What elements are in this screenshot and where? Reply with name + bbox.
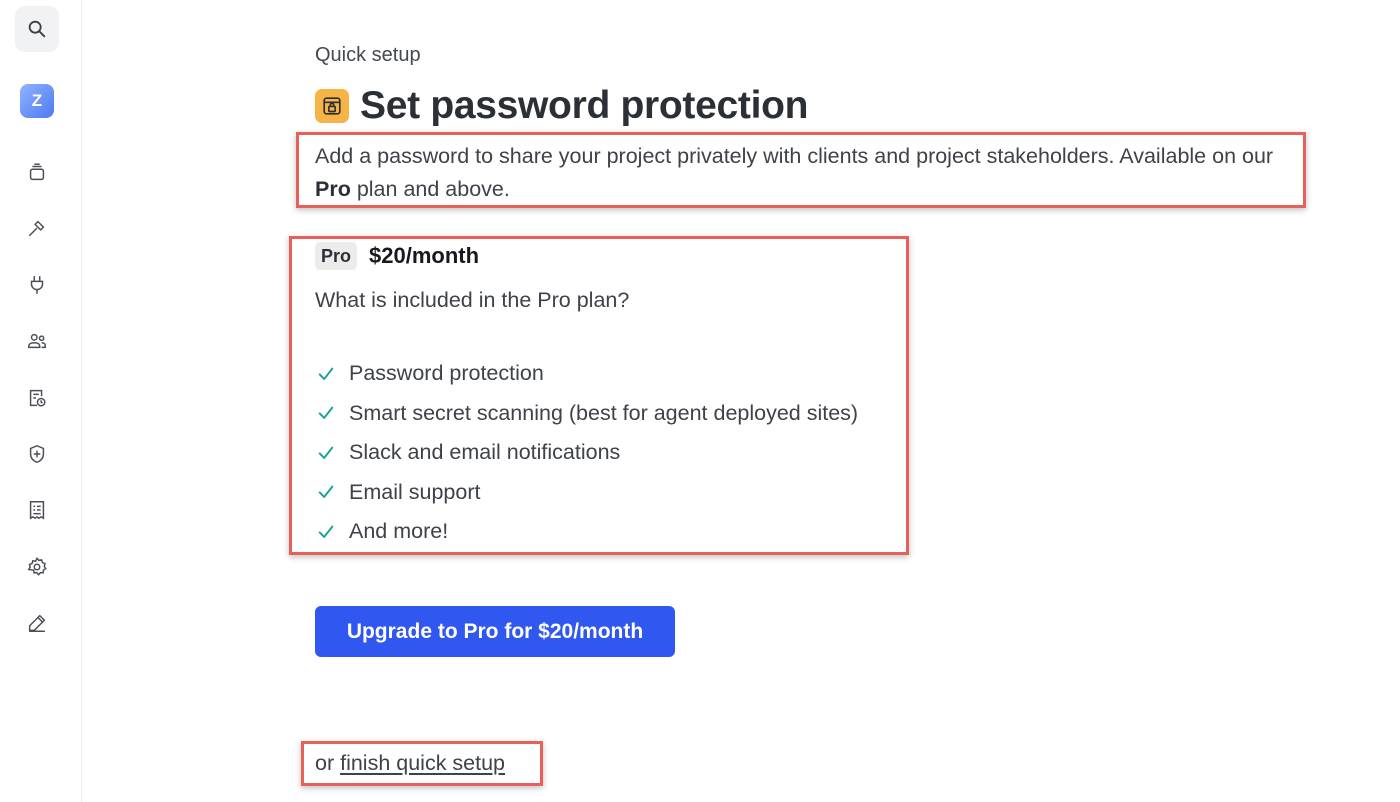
feature-item: Slack and email notifications <box>315 433 858 473</box>
feature-label: Smart secret scanning (best for agent de… <box>349 400 859 425</box>
check-icon <box>315 521 337 543</box>
feature-label: And more! <box>349 519 449 544</box>
avatar[interactable]: Z <box>20 84 54 118</box>
usage-icon[interactable] <box>18 379 56 417</box>
plan-price-row: Pro $20/month <box>315 242 479 270</box>
feature-item: Smart secret scanning (best for agent de… <box>315 394 858 434</box>
feature-item: And more! <box>315 512 858 552</box>
team-icon[interactable] <box>18 322 56 360</box>
build-icon[interactable] <box>18 209 56 247</box>
finish-prefix: or <box>315 751 341 775</box>
check-icon <box>315 363 337 385</box>
finish-setup-row: or finish quick setup <box>315 751 505 776</box>
lock-window-icon <box>315 89 349 123</box>
feature-label: Slack and email notifications <box>349 440 621 465</box>
plan-question: What is included in the Pro plan? <box>315 288 630 312</box>
check-icon <box>315 481 337 503</box>
settings-icon[interactable] <box>18 548 56 586</box>
plan-price: $20/month <box>369 243 480 268</box>
plan-badge: Pro <box>315 242 358 270</box>
breadcrumb: Quick setup <box>315 44 421 66</box>
projects-icon[interactable] <box>18 153 56 191</box>
feature-item: Email support <box>315 473 858 513</box>
check-icon <box>315 402 337 424</box>
upgrade-button[interactable]: Upgrade to Pro for $20/month <box>315 606 675 657</box>
feature-label: Password protection <box>349 361 544 386</box>
feature-item: Password protection <box>315 354 858 394</box>
plan-name: Pro <box>315 177 351 201</box>
page-title: Set password protection <box>360 84 809 127</box>
sidebar: Z <box>0 0 82 802</box>
page-header: Set password protection <box>315 84 808 128</box>
feature-list: Password protection Smart secret scannin… <box>315 354 858 552</box>
edit-icon[interactable] <box>18 604 56 642</box>
billing-icon[interactable] <box>18 491 56 529</box>
description: Add a password to share your project pri… <box>315 144 1274 201</box>
finish-quick-setup-link[interactable]: finish quick setup <box>340 751 505 775</box>
feature-label: Email support <box>349 479 481 504</box>
check-icon <box>315 442 337 464</box>
search-icon[interactable] <box>15 6 59 52</box>
security-icon[interactable] <box>18 435 56 473</box>
integrations-icon[interactable] <box>18 266 56 304</box>
